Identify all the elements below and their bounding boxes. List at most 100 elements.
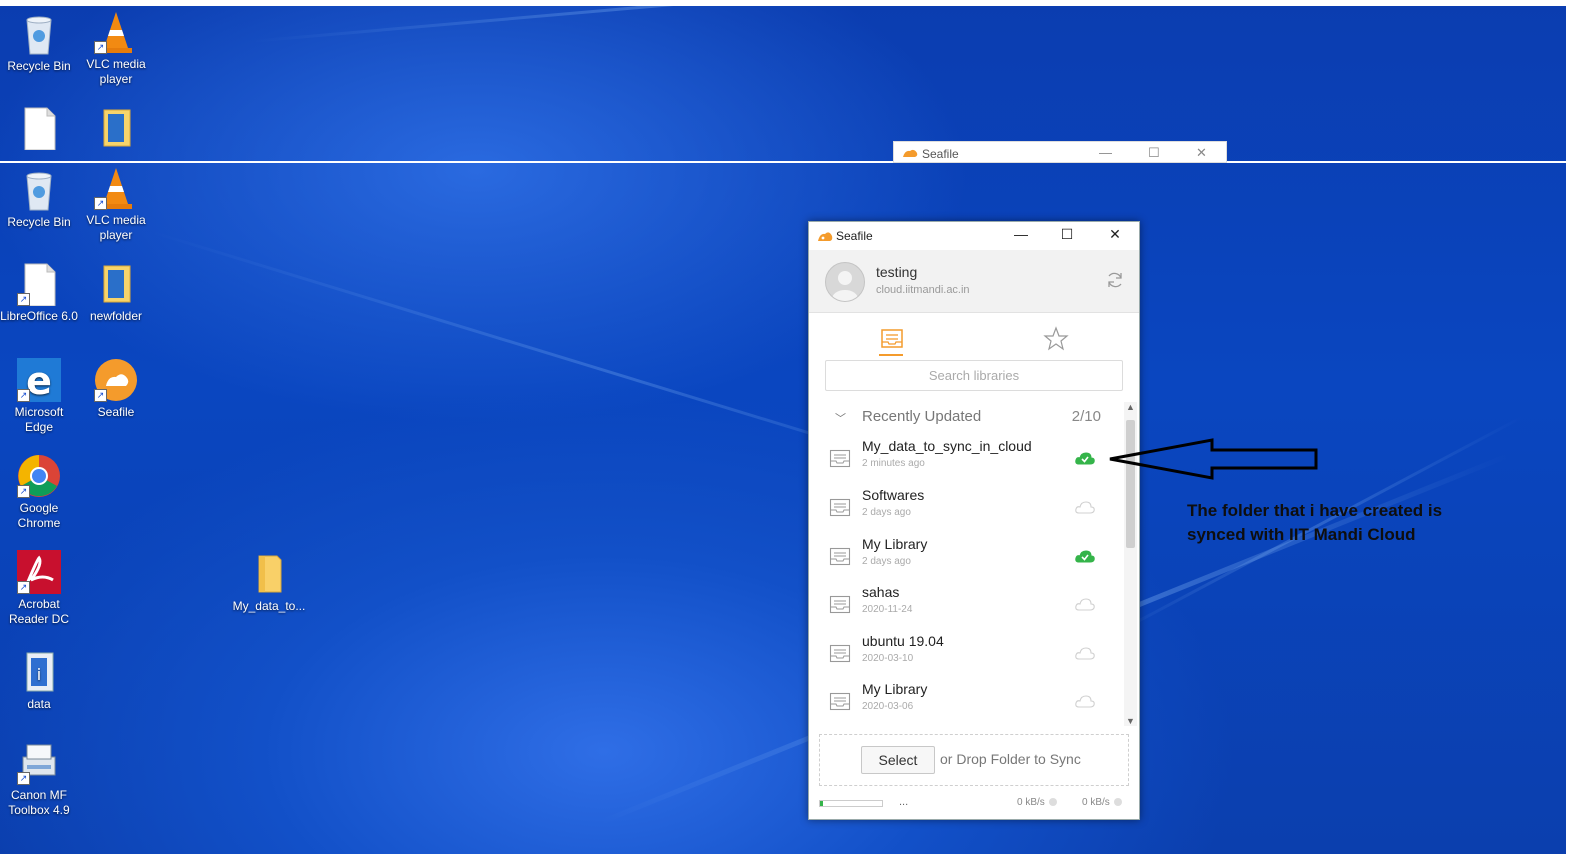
desktop-icon-recycle-bin[interactable]: Recycle Bin — [0, 168, 78, 230]
cloud-icon[interactable] — [1075, 693, 1095, 709]
transfer-progress — [819, 800, 883, 807]
section-header[interactable]: ﹀ Recently Updated 2/10 — [809, 402, 1125, 430]
annotation-text: The folder that i have created is synced… — [1187, 499, 1497, 547]
library-icon — [829, 498, 851, 517]
maximize-button[interactable]: ☐ — [1052, 226, 1082, 246]
cloud-icon[interactable] — [1075, 499, 1095, 515]
library-time: 2 minutes ago — [862, 458, 925, 469]
scroll-down-icon[interactable]: ▼ — [1126, 716, 1135, 726]
desktop-icon-label: Canon MF Toolbox 4.9 — [8, 788, 70, 817]
screenshot-seam — [0, 161, 1588, 163]
cloud-synced-icon[interactable] — [1075, 450, 1095, 466]
library-time: 2020-03-10 — [862, 653, 914, 664]
desktop-icon-label: VLC media player — [86, 213, 146, 242]
desktop-icon-label: Google Chrome — [17, 501, 61, 530]
annotation-line-2: synced with IIT Mandi Cloud — [1187, 525, 1416, 544]
chevron-down-icon: ﹀ — [835, 413, 846, 425]
desktop-icon-vlc[interactable]: ↗ VLC media player — [77, 166, 155, 243]
seafile-window-ghost: Seafile — ☐ ✕ — [893, 141, 1227, 163]
acrobat-icon: ↗ — [17, 550, 61, 594]
shortcut-arrow-icon: ↗ — [17, 293, 30, 306]
desktop-icon-label: Recycle Bin — [7, 215, 71, 229]
chrome-icon: ↗ — [17, 454, 61, 498]
folder-icon — [94, 262, 138, 306]
scroll-up-icon[interactable]: ▲ — [1126, 402, 1135, 412]
tab-bar — [809, 312, 1139, 358]
library-icon — [881, 329, 903, 348]
seafile-window: Seafile — ☐ ✕ testing cloud.iitmandi.ac.… — [808, 221, 1140, 820]
shortcut-arrow-icon: ↗ — [17, 389, 30, 402]
desktop-icon-acrobat[interactable]: ↗ Acrobat Reader DC — [0, 550, 78, 627]
desktop-icon-folder-top[interactable] — [77, 106, 155, 160]
cloud-icon[interactable] — [1075, 645, 1095, 661]
shortcut-arrow-icon: ↗ — [17, 581, 30, 594]
library-row[interactable]: My_data_to_sync_in_cloud 2 minutes ago — [809, 434, 1125, 482]
avatar[interactable] — [825, 262, 865, 302]
desktop-wallpaper — [0, 0, 1588, 854]
library-time: 2 days ago — [862, 507, 911, 518]
library-row[interactable]: ubuntu 19.04 2020-03-10 — [809, 629, 1125, 677]
minimize-icon: — — [1099, 145, 1112, 160]
desktop-icon-recycle-bin-top[interactable]: Recycle Bin — [0, 12, 78, 74]
data-file-icon: i — [17, 650, 61, 694]
shortcut-arrow-icon: ↗ — [94, 197, 107, 210]
desktop-icon-libreoffice-top[interactable] — [0, 106, 78, 160]
library-icon — [829, 547, 851, 566]
account-panel[interactable]: testing cloud.iitmandi.ac.in — [809, 250, 1139, 313]
star-icon — [1043, 326, 1069, 351]
shortcut-arrow-icon: ↗ — [94, 41, 107, 54]
desktop-icon-chrome[interactable]: ↗ Google Chrome — [0, 454, 78, 531]
minimize-button[interactable]: — — [1006, 226, 1036, 246]
desktop-icon-data[interactable]: i data — [0, 650, 78, 712]
libreoffice-icon: ↗ — [17, 262, 61, 307]
desktop-icon-seafile[interactable]: ↗ Seafile — [77, 358, 155, 420]
annotation-arrow-icon — [1109, 438, 1318, 480]
recycle-bin-icon — [17, 12, 61, 56]
recycle-bin-icon — [17, 168, 61, 212]
section-label: Recently Updated — [862, 408, 982, 425]
upload-rate: 0 kB/s — [1017, 797, 1057, 808]
desktop-icon-label: Seafile — [97, 405, 135, 419]
desktop-icon-label: VLC media player — [86, 57, 146, 86]
account-server: cloud.iitmandi.ac.in — [876, 284, 970, 296]
ghost-window-title: Seafile — [922, 147, 959, 161]
desktop-icon-vlc-top[interactable]: ↗ VLC media player — [77, 10, 155, 87]
library-row[interactable]: My Library 2 days ago — [809, 532, 1125, 580]
library-row[interactable]: My Library 2020-03-06 — [809, 677, 1125, 722]
desktop-icon-canon[interactable]: ↗ Canon MF Toolbox 4.9 — [0, 741, 78, 818]
tab-libraries[interactable] — [879, 326, 905, 356]
desktop-icon-libreoffice[interactable]: ↗ LibreOffice 6.0 — [0, 262, 78, 324]
refresh-icon[interactable] — [1105, 270, 1125, 290]
shortcut-arrow-icon: ↗ — [17, 485, 30, 498]
tab-starred[interactable] — [1043, 326, 1069, 352]
window-titlebar[interactable]: Seafile — ☐ ✕ — [809, 222, 1139, 250]
desktop-icon-label: Acrobat Reader DC — [8, 597, 70, 626]
upload-indicator-icon — [1048, 798, 1057, 806]
seafile-icon: ↗ — [94, 358, 138, 402]
screen-edge-right — [1566, 0, 1588, 854]
desktop-icon-newfolder[interactable]: newfolder — [77, 262, 155, 324]
cloud-synced-icon[interactable] — [1075, 548, 1095, 564]
library-row[interactable]: sahas 2020-11-24 — [809, 580, 1125, 628]
library-row[interactable]: Softwares 2 days ago — [809, 483, 1125, 531]
desktop-icon-edge[interactable]: e ↗ Microsoft Edge — [0, 358, 78, 435]
account-name: testing — [876, 264, 918, 280]
close-button[interactable]: ✕ — [1100, 226, 1130, 246]
library-name: sahas — [862, 584, 900, 600]
search-input[interactable]: Search libraries — [825, 360, 1123, 391]
download-indicator-icon — [1113, 798, 1122, 806]
close-icon: ✕ — [1196, 145, 1207, 160]
screen-edge — [0, 0, 1588, 6]
download-rate-text: 0 kB/s — [1082, 797, 1110, 808]
annotation-line-1: The folder that i have created is — [1187, 501, 1443, 520]
download-rate: 0 kB/s — [1082, 797, 1122, 808]
library-list: My_data_to_sync_in_cloud 2 minutes ago Sof… — [809, 434, 1125, 722]
cloud-icon[interactable] — [1075, 596, 1095, 612]
library-name: My Library — [862, 536, 928, 552]
drop-zone[interactable]: Select or Drop Folder to Sync — [819, 734, 1129, 786]
desktop-icon-my-data-folder[interactable]: My_data_to... — [230, 552, 308, 614]
select-button[interactable]: Select — [861, 746, 935, 774]
desktop-icon-label: Microsoft Edge — [14, 405, 64, 434]
drop-hint: or Drop Folder to Sync — [940, 751, 1081, 767]
library-icon — [829, 692, 851, 711]
